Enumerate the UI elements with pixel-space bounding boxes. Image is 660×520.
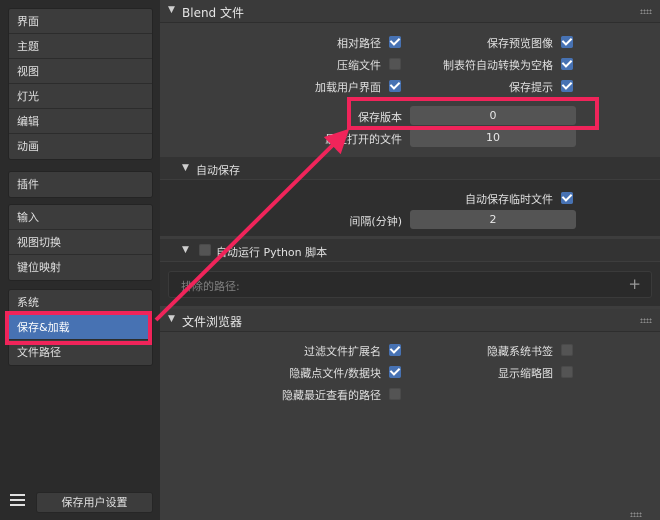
sidebar-group-system: 系统 保存&加载 文件路径 — [8, 289, 153, 366]
sidebar-item-save-load[interactable]: 保存&加载 — [9, 315, 152, 340]
compress-label: 压缩文件 — [337, 59, 381, 72]
autosave-subpanel-header[interactable]: ▼ 自动保存 — [160, 157, 660, 179]
collapse-triangle-icon: ▼ — [182, 245, 189, 255]
sidebar-group-addons: 插件 — [8, 171, 153, 198]
save-preview-label: 保存预览图像 — [487, 37, 553, 50]
autosave-temp-checkbox[interactable] — [561, 192, 573, 204]
hide-bookmarks-checkbox[interactable] — [561, 344, 573, 356]
sidebar-item-system[interactable]: 系统 — [9, 290, 152, 315]
autosave-title: 自动保存 — [196, 164, 240, 177]
filter-ext-label: 过滤文件扩展名 — [304, 345, 381, 358]
save-versions-label: 保存版本 — [358, 111, 402, 124]
sidebar-item-keymap[interactable]: 键位映射 — [9, 255, 152, 280]
sidebar-item-input[interactable]: 输入 — [9, 205, 152, 230]
sidebar-item-editing[interactable]: 编辑 — [9, 109, 152, 134]
collapse-triangle-icon: ▼ — [182, 163, 189, 173]
sidebar-item-themes[interactable]: 主题 — [9, 34, 152, 59]
collapse-triangle-icon: ▼ — [168, 314, 175, 324]
excluded-paths-list[interactable]: 排除的路径: + — [168, 271, 652, 298]
load-ui-checkbox[interactable] — [389, 80, 401, 92]
hide-recent-checkbox[interactable] — [389, 388, 401, 400]
tabs-as-spaces-label: 制表符自动转换为空格 — [443, 59, 553, 72]
relative-paths-label: 相对路径 — [337, 37, 381, 50]
show-thumbnails-label: 显示缩略图 — [498, 367, 553, 380]
hide-recent-label: 隐藏最近查看的路径 — [282, 389, 381, 402]
compress-checkbox[interactable] — [389, 58, 401, 70]
filter-ext-checkbox[interactable] — [389, 344, 401, 356]
save-prompt-label: 保存提示 — [509, 81, 553, 94]
sidebar-item-viewport[interactable]: 视图 — [9, 59, 152, 84]
drag-grip-icon[interactable] — [640, 9, 652, 14]
sidebar-group-input: 输入 视图切换 键位映射 — [8, 204, 153, 281]
relative-paths-checkbox[interactable] — [389, 36, 401, 48]
save-prompt-checkbox[interactable] — [561, 80, 573, 92]
load-ui-label: 加载用户界面 — [315, 81, 381, 94]
autosave-interval-label: 间隔(分钟) — [349, 215, 402, 228]
sidebar: 界面 主题 视图 灯光 编辑 动画 插件 输入 视图切换 键位映射 系统 保存&… — [0, 0, 160, 520]
file-browser-panel-title: 文件浏览器 — [182, 315, 243, 329]
sidebar-item-lights[interactable]: 灯光 — [9, 84, 152, 109]
hide-bookmarks-label: 隐藏系统书签 — [487, 345, 553, 358]
sidebar-item-navigation[interactable]: 视图切换 — [9, 230, 152, 255]
sidebar-group-display: 界面 主题 视图 灯光 编辑 动画 — [8, 8, 153, 160]
save-preferences-button[interactable]: 保存用户设置 — [36, 492, 153, 513]
python-autorun-checkbox[interactable] — [199, 244, 211, 256]
tabs-as-spaces-checkbox[interactable] — [561, 58, 573, 70]
save-versions-field[interactable]: 0 — [410, 106, 576, 125]
autosave-interval-field[interactable]: 2 — [410, 210, 576, 229]
blend-panel-title: Blend 文件 — [182, 6, 244, 20]
hide-dot-label: 隐藏点文件/数据块 — [289, 367, 381, 380]
excluded-paths-placeholder: 排除的路径: — [181, 280, 240, 293]
blend-panel-header[interactable]: ▼ Blend 文件 — [160, 0, 660, 23]
add-path-icon[interactable]: + — [628, 275, 641, 293]
file-browser-panel-header[interactable]: ▼ 文件浏览器 — [160, 309, 660, 332]
python-subpanel-header[interactable]: ▼ 自动运行 Python 脚本 — [160, 239, 660, 261]
save-preview-checkbox[interactable] — [561, 36, 573, 48]
hamburger-menu-icon[interactable] — [8, 492, 28, 510]
sidebar-item-animation[interactable]: 动画 — [9, 134, 152, 159]
sidebar-item-addons[interactable]: 插件 — [9, 172, 152, 197]
sidebar-item-interface[interactable]: 界面 — [9, 9, 152, 34]
recent-files-label: 最近打开的文件 — [325, 133, 402, 146]
drag-grip-icon[interactable] — [640, 318, 652, 323]
recent-files-field[interactable]: 10 — [410, 128, 576, 147]
hide-dot-checkbox[interactable] — [389, 366, 401, 378]
resize-grip-icon[interactable] — [630, 512, 642, 517]
show-thumbnails-checkbox[interactable] — [561, 366, 573, 378]
sidebar-item-file-paths[interactable]: 文件路径 — [9, 340, 152, 365]
python-autorun-title: 自动运行 Python 脚本 — [216, 246, 328, 259]
collapse-triangle-icon: ▼ — [168, 5, 175, 15]
autosave-temp-label: 自动保存临时文件 — [465, 193, 553, 206]
